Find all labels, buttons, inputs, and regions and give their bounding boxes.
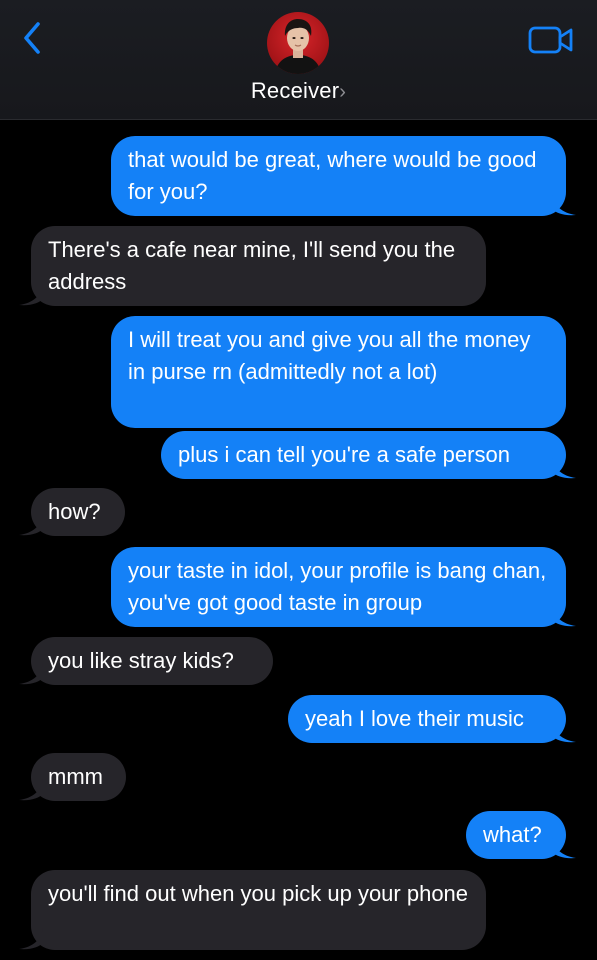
bubble-tail [552,837,576,859]
bubble-tail [552,605,576,627]
received-message[interactable]: you'll find out when you pick up your ph… [31,870,486,950]
sent-message[interactable]: what? [466,811,566,859]
contact-name-button[interactable]: Receiver› [0,78,597,104]
received-message[interactable]: how? [31,488,125,536]
sent-message[interactable]: that would be great, where would be good… [111,136,566,216]
contact-photo [267,12,329,74]
bubble-tail [19,779,43,801]
bubble-tail [19,928,43,950]
chevron-right-icon: › [339,81,347,103]
bubble-tail [19,284,43,306]
sent-message[interactable]: your taste in idol, your profile is bang… [111,547,566,627]
sent-message[interactable]: I will treat you and give you all the mo… [111,316,566,428]
bubble-tail [552,457,576,479]
back-button[interactable] [14,18,50,58]
received-message[interactable]: mmm [31,753,126,801]
message-text: yeah I love their music [305,706,524,731]
avatar[interactable] [267,12,329,74]
facetime-video-button[interactable] [527,22,575,58]
sent-message[interactable]: yeah I love their music [288,695,566,743]
bubble-tail [19,663,43,685]
message-text: There's a cafe near mine, I'll send you … [48,237,456,294]
message-text: you like stray kids? [48,648,234,673]
message-text: I will treat you and give you all the mo… [128,327,531,384]
message-text: you'll find out when you pick up your ph… [48,881,469,906]
message-text: that would be great, where would be good… [128,147,537,204]
bubble-tail [552,721,576,743]
message-text: your taste in idol, your profile is bang… [128,558,547,615]
conversation-header: Receiver› [0,0,597,120]
message-text: plus i can tell you're a safe person [178,442,510,467]
sent-message[interactable]: plus i can tell you're a safe person [161,431,566,479]
video-camera-icon [528,26,573,54]
bubble-tail [552,194,576,216]
message-text: how? [48,499,101,524]
contact-name: Receiver [250,78,340,103]
message-thread[interactable]: that would be great, where would be good… [0,119,597,960]
received-message[interactable]: There's a cafe near mine, I'll send you … [31,226,486,306]
bubble-tail [19,514,43,536]
message-text: mmm [48,764,103,789]
chevron-left-icon [24,22,40,54]
received-message[interactable]: you like stray kids? [31,637,273,685]
message-text: what? [483,822,542,847]
